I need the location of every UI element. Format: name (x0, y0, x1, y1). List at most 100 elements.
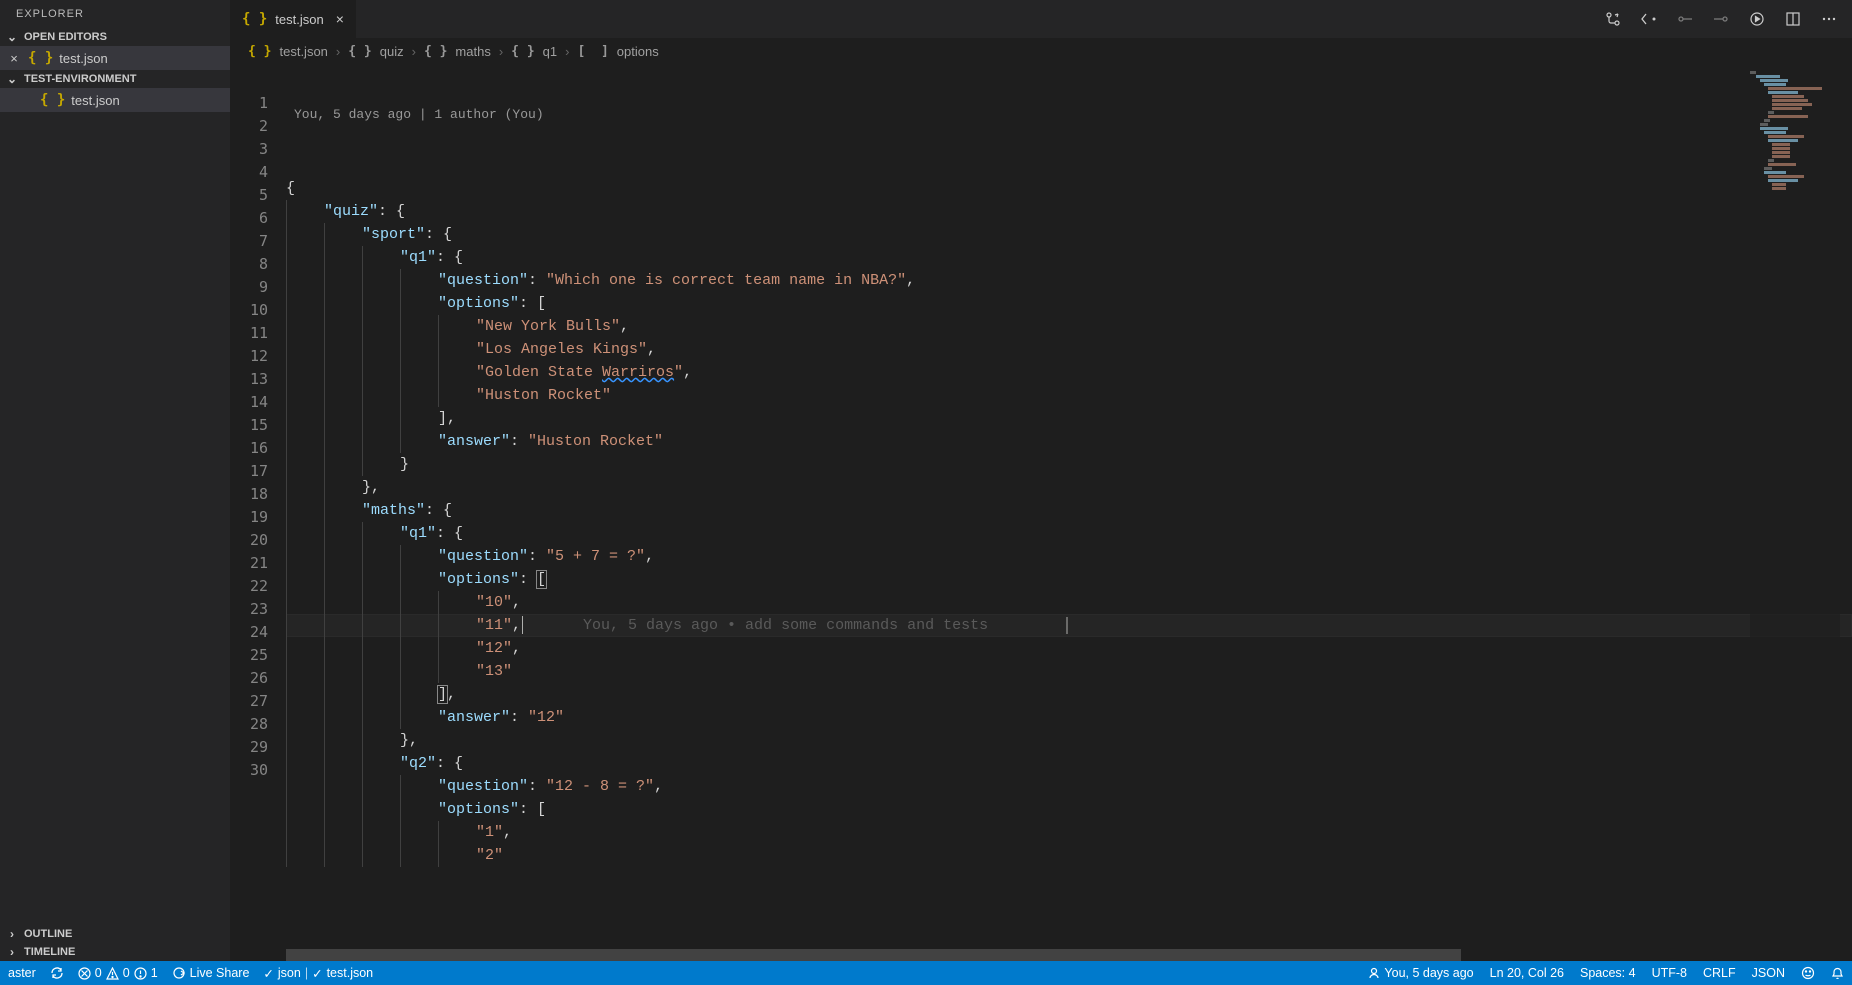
split-editor-icon[interactable] (1784, 10, 1802, 28)
workspace-filename: test.json (71, 93, 119, 108)
timeline-label: TIMELINE (24, 946, 75, 958)
sidebar: EXPLORER ⌄ OPEN EDITORS × { } test.json … (0, 0, 230, 961)
workspace-label: TEST-ENVIRONMENT (24, 73, 136, 85)
brace-icon: { } (348, 44, 371, 59)
breadcrumb-segment[interactable]: options (617, 44, 659, 59)
status-eol[interactable]: CRLF (1703, 966, 1736, 980)
go-back-icon[interactable] (1640, 10, 1658, 28)
close-icon[interactable]: × (336, 11, 344, 27)
code-line[interactable]: "question": "Which one is correct team n… (286, 269, 1852, 292)
line-number-gutter: 1234567891011121314151617181920212223242… (230, 65, 286, 961)
code-line[interactable]: "options": [ (286, 292, 1852, 315)
status-cursor-position[interactable]: Ln 20, Col 26 (1490, 966, 1564, 980)
json-file-icon: { } (242, 11, 267, 27)
brace-icon: { } (511, 44, 534, 59)
chevron-right-icon: › (565, 44, 569, 59)
code-line[interactable]: ], (286, 407, 1852, 430)
code-line[interactable]: { (286, 177, 1852, 200)
status-encoding[interactable]: UTF-8 (1652, 966, 1687, 980)
code-line[interactable]: "Los Angeles Kings", (286, 338, 1852, 361)
status-branch[interactable]: aster (8, 966, 36, 980)
code-line[interactable]: "question": "5 + 7 = ?", (286, 545, 1852, 568)
chevron-right-icon: › (4, 927, 20, 941)
bracket-icon: [ ] (577, 44, 608, 59)
breadcrumb-segment[interactable]: q1 (543, 44, 557, 59)
open-editor-filename: test.json (59, 51, 107, 66)
status-spaces[interactable]: Spaces: 4 (1580, 966, 1636, 980)
compare-changes-icon[interactable] (1604, 10, 1622, 28)
status-bar: aster 0 0 1 Live Share ✓json | ✓test.jso… (0, 961, 1852, 985)
code-line[interactable]: "12", (286, 637, 1852, 660)
chevron-down-icon: ⌄ (4, 30, 20, 44)
chevron-right-icon: › (336, 44, 340, 59)
code-line[interactable]: "10", (286, 591, 1852, 614)
code-line[interactable]: "Golden State Warriros", (286, 361, 1852, 384)
tab-test-json[interactable]: { } test.json × (230, 0, 357, 38)
chevron-right-icon: › (412, 44, 416, 59)
run-icon[interactable] (1748, 10, 1766, 28)
chevron-right-icon: › (4, 945, 20, 959)
blame-annotation: You, 5 days ago • add some commands and … (583, 617, 988, 634)
tabs-row: { } test.json × (230, 0, 1852, 38)
breadcrumb[interactable]: { } test.json › { } quiz › { } maths › {… (230, 38, 1852, 65)
commit-next-icon[interactable] (1712, 10, 1730, 28)
close-icon[interactable]: × (6, 51, 22, 66)
json-file-icon: { } (248, 44, 271, 59)
code-line[interactable]: "Huston Rocket" (286, 384, 1852, 407)
commit-prev-icon[interactable] (1676, 10, 1694, 28)
code-line[interactable]: ], (286, 683, 1852, 706)
code-line[interactable]: "q2": { (286, 752, 1852, 775)
timeline-section[interactable]: › TIMELINE (0, 943, 230, 961)
status-language[interactable]: JSON (1752, 966, 1785, 980)
outline-label: OUTLINE (24, 928, 72, 940)
explorer-header: EXPLORER (0, 0, 230, 28)
status-blame[interactable]: You, 5 days ago (1368, 966, 1473, 980)
open-editors-label: OPEN EDITORS (24, 31, 107, 43)
editor-body[interactable]: 1234567891011121314151617181920212223242… (230, 65, 1852, 961)
code-line[interactable]: "q1": { (286, 246, 1852, 269)
code-area[interactable]: You, 5 days ago | 1 author (You) {"quiz"… (286, 65, 1852, 961)
horizontal-scrollbar[interactable] (286, 949, 1852, 961)
code-line[interactable]: } (286, 453, 1852, 476)
code-line[interactable]: }, (286, 476, 1852, 499)
open-editors-section[interactable]: ⌄ OPEN EDITORS (0, 28, 230, 46)
status-feedback-icon[interactable] (1801, 966, 1815, 980)
workspace-file-item[interactable]: { } test.json (0, 88, 230, 112)
editor-region: { } test.json × (230, 0, 1852, 961)
editor-title-actions (1604, 10, 1852, 28)
codelens-authors[interactable]: You, 5 days ago | 1 author (You) (286, 103, 1852, 126)
chevron-down-icon: ⌄ (4, 72, 20, 86)
code-line[interactable]: "answer": "12" (286, 706, 1852, 729)
status-notifications-icon[interactable] (1831, 967, 1844, 980)
open-editor-item[interactable]: × { } test.json (0, 46, 230, 70)
code-line[interactable]: "question": "12 - 8 = ?", (286, 775, 1852, 798)
more-actions-icon[interactable] (1820, 10, 1838, 28)
code-line[interactable]: "13" (286, 660, 1852, 683)
code-line[interactable]: "answer": "Huston Rocket" (286, 430, 1852, 453)
breadcrumb-segment[interactable]: maths (455, 44, 490, 59)
code-line[interactable]: "quiz": { (286, 200, 1852, 223)
code-line[interactable]: }, (286, 729, 1852, 752)
code-line[interactable]: "q1": { (286, 522, 1852, 545)
code-line[interactable]: "11",You, 5 days ago • add some commands… (286, 614, 1852, 637)
breadcrumb-segment[interactable]: test.json (279, 44, 327, 59)
brace-icon: { } (424, 44, 447, 59)
minimap[interactable] (1750, 65, 1840, 961)
status-sync[interactable] (50, 966, 64, 980)
code-line[interactable]: "2" (286, 844, 1852, 867)
status-formatter[interactable]: ✓json | ✓test.json (263, 966, 373, 981)
json-file-icon: { } (40, 92, 65, 108)
code-line[interactable]: "options": [ (286, 568, 1852, 591)
code-line[interactable]: "1", (286, 821, 1852, 844)
workspace-section[interactable]: ⌄ TEST-ENVIRONMENT (0, 70, 230, 88)
code-line[interactable]: "maths": { (286, 499, 1852, 522)
code-line[interactable]: "options": [ (286, 798, 1852, 821)
code-line[interactable]: "sport": { (286, 223, 1852, 246)
outline-section[interactable]: › OUTLINE (0, 925, 230, 943)
status-liveshare[interactable]: Live Share (172, 966, 250, 980)
status-problems[interactable]: 0 0 1 (78, 966, 158, 980)
code-line[interactable]: "New York Bulls", (286, 315, 1852, 338)
json-file-icon: { } (28, 50, 53, 66)
breadcrumb-segment[interactable]: quiz (380, 44, 404, 59)
tab-label: test.json (275, 12, 323, 27)
